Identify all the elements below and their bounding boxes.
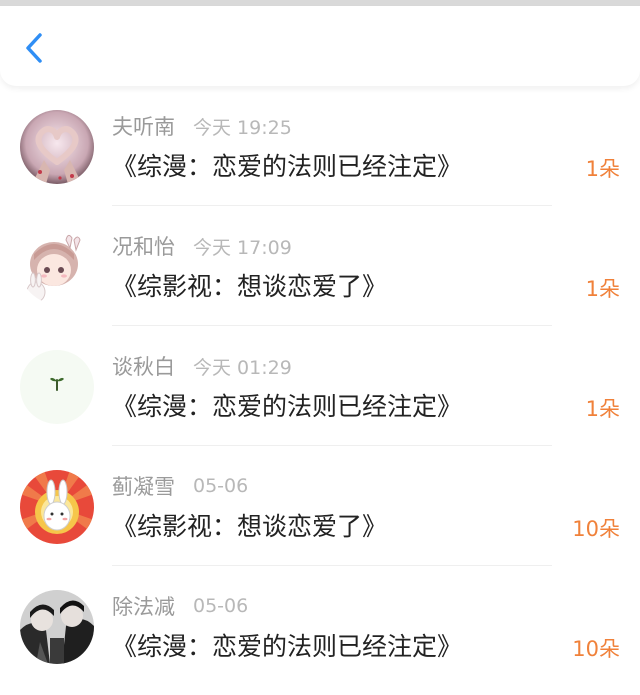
back-button[interactable] xyxy=(18,28,54,68)
user-name[interactable]: 蓟凝雪 xyxy=(112,471,175,501)
user-name[interactable]: 夫听南 xyxy=(112,111,175,141)
avatar[interactable] xyxy=(20,230,94,304)
dark-anime-avatar-icon xyxy=(20,590,94,664)
hand-heart-avatar-icon xyxy=(20,110,94,184)
anime-girl-bunny-avatar-icon xyxy=(20,230,94,304)
reward-list: 夫听南 今天 19:25 《综漫：恋爱的法则已经注定》 1朵 况和怡 今天 17… xyxy=(0,86,640,686)
flower-count: 10朵 xyxy=(572,517,620,541)
list-item[interactable]: 况和怡 今天 17:09 《综影视：想谈恋爱了》 1朵 xyxy=(0,206,640,326)
avatar[interactable] xyxy=(20,470,94,544)
sprout-avatar-icon xyxy=(20,350,94,424)
timestamp: 今天 19:25 xyxy=(193,116,292,139)
book-title[interactable]: 《综影视：想谈恋爱了》 xyxy=(112,267,387,303)
list-item[interactable]: 夫听南 今天 19:25 《综漫：恋爱的法则已经注定》 1朵 xyxy=(0,86,640,206)
timestamp: 05-06 xyxy=(193,595,249,617)
list-item[interactable]: 蓟凝雪 05-06 《综影视：想谈恋爱了》 10朵 xyxy=(0,446,640,566)
user-name[interactable]: 除法减 xyxy=(112,591,175,621)
book-title[interactable]: 《综漫：恋爱的法则已经注定》 xyxy=(112,147,462,183)
header-bar xyxy=(0,6,640,86)
avatar[interactable] xyxy=(20,590,94,664)
timestamp: 05-06 xyxy=(193,475,249,497)
flower-count: 1朵 xyxy=(585,277,620,301)
book-title[interactable]: 《综漫：恋爱的法则已经注定》 xyxy=(112,627,462,663)
list-item[interactable]: 除法减 05-06 《综漫：恋爱的法则已经注定》 10朵 xyxy=(0,566,640,686)
timestamp: 今天 17:09 xyxy=(193,236,292,259)
flower-count: 1朵 xyxy=(585,397,620,421)
flower-count: 10朵 xyxy=(572,637,620,661)
rabbit-sunburst-avatar-icon xyxy=(20,470,94,544)
chevron-left-icon xyxy=(26,33,42,63)
avatar[interactable] xyxy=(20,350,94,424)
book-title[interactable]: 《综漫：恋爱的法则已经注定》 xyxy=(112,387,462,423)
user-name[interactable]: 谈秋白 xyxy=(112,351,175,381)
list-item[interactable]: 谈秋白 今天 01:29 《综漫：恋爱的法则已经注定》 1朵 xyxy=(0,326,640,446)
user-name[interactable]: 况和怡 xyxy=(112,231,175,261)
avatar[interactable] xyxy=(20,110,94,184)
timestamp: 今天 01:29 xyxy=(193,356,292,379)
flower-count: 1朵 xyxy=(585,157,620,181)
book-title[interactable]: 《综影视：想谈恋爱了》 xyxy=(112,507,387,543)
